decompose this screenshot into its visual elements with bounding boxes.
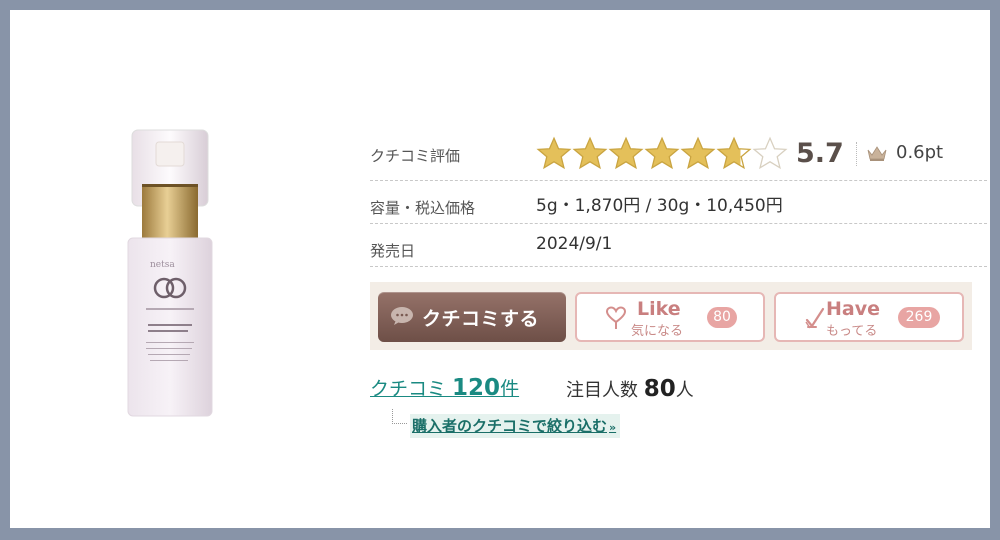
crown-icon <box>866 144 888 162</box>
star-icon <box>680 136 716 170</box>
review-link-suffix: 件 <box>500 378 520 400</box>
product-image[interactable]: netsa <box>120 128 220 420</box>
star-icon <box>572 136 608 170</box>
rating-row: クチコミ評価 5.7 0.6pt <box>370 128 987 181</box>
write-review-button[interactable]: クチコミする <box>378 292 566 342</box>
attention-number: 80 <box>643 376 676 402</box>
review-count: 120 <box>452 375 501 401</box>
write-review-label: クチコミする <box>422 308 540 330</box>
attention-suffix: 人 <box>675 380 694 401</box>
speech-bubble-icon <box>390 306 414 326</box>
star-icon <box>644 136 680 170</box>
rating-score: 5.7 <box>796 138 844 169</box>
like-title: Like <box>637 298 681 320</box>
like-count-badge: 80 <box>707 307 737 328</box>
product-panel: netsa クチコミ評価 5.7 0.6pt 容量・税込価格 5g・1,870円… <box>10 10 990 528</box>
rating-label: クチコミ評価 <box>370 147 461 165</box>
check-hand-icon <box>804 306 826 330</box>
action-bar: クチコミする Like 気になる 80 Have もってる 269 <box>370 282 972 350</box>
release-row: 発売日 2024/9/1 <box>370 224 987 267</box>
heart-icon <box>605 306 627 330</box>
have-subtitle: もってる <box>826 324 878 339</box>
attention-count: 注目人数 80人 <box>566 376 694 402</box>
star-icon <box>752 136 788 170</box>
release-label: 発売日 <box>370 242 416 260</box>
filter-link-label: 購入者のクチコミで絞り込む <box>412 417 608 435</box>
capacity-value: 5g・1,870円 / 30g・10,450円 <box>536 196 783 216</box>
have-title: Have <box>826 298 880 320</box>
attention-prefix: 注目人数 <box>566 380 644 401</box>
tree-connector <box>392 409 407 424</box>
double-chevron-icon: » <box>609 421 617 434</box>
have-count-badge: 269 <box>898 307 940 328</box>
divider <box>856 142 858 166</box>
svg-text:netsa: netsa <box>150 260 175 270</box>
capacity-row: 容量・税込価格 5g・1,870円 / 30g・10,450円 <box>370 181 987 224</box>
review-count-link[interactable]: クチコミ 120件 <box>370 374 519 401</box>
have-button[interactable]: Have もってる 269 <box>774 292 964 342</box>
star-icon <box>536 136 572 170</box>
like-subtitle: 気になる <box>631 324 684 339</box>
review-link-prefix: クチコミ <box>370 378 453 400</box>
star-icon <box>608 136 644 170</box>
points-value: 0.6pt <box>896 142 944 163</box>
product-spec-table: クチコミ評価 5.7 0.6pt 容量・税込価格 5g・1,870円 / 30g… <box>370 128 987 267</box>
release-value: 2024/9/1 <box>536 234 613 254</box>
star-icon <box>716 136 752 170</box>
like-button[interactable]: Like 気になる 80 <box>575 292 765 342</box>
capacity-label: 容量・税込価格 <box>370 199 476 217</box>
rating-stars <box>536 136 788 170</box>
filter-buyer-reviews-link[interactable]: 購入者のクチコミで絞り込む» <box>410 414 621 438</box>
